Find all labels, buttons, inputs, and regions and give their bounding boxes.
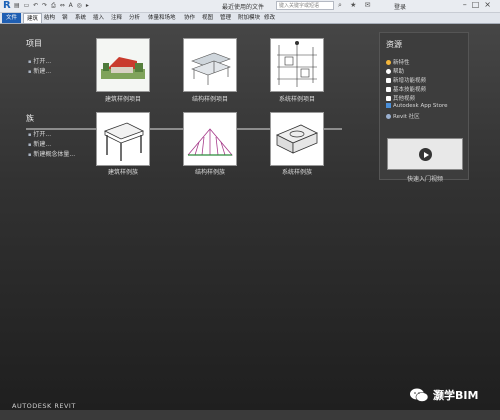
tab-structure[interactable]: 结构 <box>44 13 55 23</box>
tab-modify[interactable]: 修改 <box>264 13 275 23</box>
help-icon <box>386 69 391 74</box>
quick-start-video-caption[interactable]: 快速入门视频 <box>380 174 470 183</box>
resource-app-store[interactable]: Autodesk App Store <box>386 103 447 109</box>
tab-steel[interactable]: 钢 <box>62 13 68 23</box>
open-family-link[interactable]: 打开... <box>28 130 75 140</box>
store-icon <box>386 103 391 108</box>
projects-title: 项目 <box>26 39 42 48</box>
tab-addins[interactable]: 附加模块 <box>238 13 260 23</box>
maximize-icon[interactable]: □ <box>472 0 485 9</box>
watermark-text: 灏学BIM <box>433 389 479 402</box>
structure-sample-family-thumb[interactable] <box>183 112 237 166</box>
resource-help[interactable]: 帮助 <box>386 67 404 75</box>
wechat-icon <box>410 388 429 402</box>
structure-sample-project-caption[interactable]: 结构样例项目 <box>170 94 250 103</box>
new-project-link[interactable]: 新建... <box>28 67 51 77</box>
tab-manage[interactable]: 管理 <box>220 13 231 23</box>
tab-annotate[interactable]: 注释 <box>111 13 122 23</box>
quick-access-toolbar[interactable]: ▤ ▭ ↶ ↷ ⎙ ⇔ A ◎ ▸ <box>14 2 90 10</box>
resources-title: 资源 <box>386 40 402 49</box>
architecture-sample-family-caption[interactable]: 建筑样例族 <box>83 167 163 176</box>
video-icon <box>386 96 391 101</box>
systems-sample-family-caption[interactable]: 系统样例族 <box>257 167 337 176</box>
video-icon <box>386 87 391 92</box>
video-icon <box>386 78 391 83</box>
close-icon[interactable]: × <box>484 0 496 9</box>
app-logo[interactable]: R <box>3 1 12 11</box>
resource-community[interactable]: Revit 社区 <box>386 112 420 120</box>
structure-sample-project-thumb[interactable] <box>183 38 237 92</box>
families-links: 打开... 新建... 新建概念体量... <box>28 130 75 160</box>
tab-file[interactable]: 文件 <box>2 13 22 23</box>
projects-links: 打开... 新建... <box>28 57 51 77</box>
tab-collaborate[interactable]: 协作 <box>184 13 195 23</box>
resource-basic-skills-videos[interactable]: 基本技能视频 <box>386 85 426 93</box>
ribbon-tabs: 文件 建筑 结构 钢 系统 插入 注释 分析 体量和场地 协作 视图 管理 附加… <box>0 13 500 24</box>
play-icon[interactable] <box>419 148 432 161</box>
resources-panel: 资源 新特性 帮助 新增功能视频 基本技能视频 其他视频 Autodesk Ap… <box>379 32 470 183</box>
resource-new-feature-videos[interactable]: 新增功能视频 <box>386 76 426 84</box>
tab-analyze[interactable]: 分析 <box>129 13 140 23</box>
help-tools[interactable]: ⌕ ★ ✉ <box>338 1 374 10</box>
window-controls[interactable]: –□× <box>463 0 496 9</box>
tab-architecture[interactable]: 建筑 <box>23 13 43 23</box>
tab-systems[interactable]: 系统 <box>75 13 86 23</box>
quick-start-video-thumb[interactable] <box>387 138 463 170</box>
resource-whats-new[interactable]: 新特性 <box>386 58 410 66</box>
bulb-icon <box>386 60 391 65</box>
title-bar: R ▤ ▭ ↶ ↷ ⎙ ⇔ A ◎ ▸ 最近使用的文件 键入关键字或短语 ⌕ ★… <box>0 0 500 13</box>
structure-sample-family-caption[interactable]: 结构样例族 <box>170 167 250 176</box>
document-title: 最近使用的文件 <box>222 4 265 11</box>
search-input[interactable]: 键入关键字或短语 <box>276 1 334 10</box>
recent-files-page: 项目 打开... 新建... 建筑样例项目 结构样例项目 <box>0 24 500 420</box>
new-family-link[interactable]: 新建... <box>28 140 75 150</box>
minimize-icon[interactable]: – <box>463 0 472 9</box>
systems-sample-project-caption[interactable]: 系统样例项目 <box>257 94 337 103</box>
community-icon <box>386 114 391 119</box>
systems-sample-project-thumb[interactable] <box>270 38 324 92</box>
tab-view[interactable]: 视图 <box>202 13 213 23</box>
families-title: 族 <box>26 114 34 123</box>
new-conceptual-mass-link[interactable]: 新建概念体量... <box>28 150 75 160</box>
tab-insert[interactable]: 插入 <box>93 13 104 23</box>
open-project-link[interactable]: 打开... <box>28 57 51 67</box>
architecture-sample-project-thumb[interactable] <box>96 38 150 92</box>
architecture-sample-project-caption[interactable]: 建筑样例项目 <box>83 94 163 103</box>
architecture-sample-family-thumb[interactable] <box>96 112 150 166</box>
status-bar <box>0 410 500 420</box>
resource-other-videos[interactable]: 其他视频 <box>386 94 415 102</box>
systems-sample-family-thumb[interactable] <box>270 112 324 166</box>
login-button[interactable]: 登录 <box>394 2 406 11</box>
tab-massing-site[interactable]: 体量和场地 <box>148 13 176 23</box>
autodesk-revit-brand: AUTODESK REVIT <box>12 402 76 410</box>
